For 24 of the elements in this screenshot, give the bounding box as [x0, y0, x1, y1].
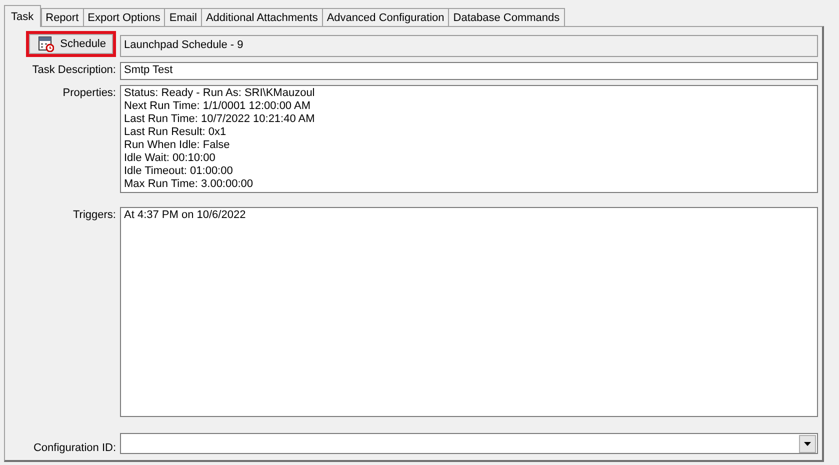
task-description-field[interactable]: Smtp Test: [120, 62, 818, 80]
property-line: Status: Ready - Run As: SRI\KMauzoul: [124, 87, 316, 100]
tab[interactable]: Report: [40, 8, 84, 26]
property-line: Max Run Time: 3.00:00:00: [124, 178, 254, 191]
property-line: Last Run Time: 10/7/2022 10:21:40 AM: [124, 113, 316, 126]
schedule-name-field: Launchpad Schedule - 9: [120, 35, 818, 57]
tab[interactable]: Task: [4, 5, 41, 27]
property-line: Run When Idle: False: [124, 139, 231, 152]
field-label: Properties:: [62, 86, 116, 101]
property-line: Next Run Time: 1/1/0001 12:00:00 AM: [124, 100, 312, 113]
schedule-button[interactable]: Schedule: [29, 34, 113, 54]
configuration-dropdown[interactable]: [120, 433, 818, 454]
field-label: Task Description:: [31, 63, 116, 78]
triggers-list[interactable]: At 4:37 PM on 10/6/2022: [120, 207, 818, 417]
field-label: Configuration ID:: [32, 441, 116, 454]
tab[interactable]: Export Options: [82, 8, 166, 26]
tab[interactable]: Database Commands: [448, 8, 565, 26]
property-line: Last Run Result: 0x1: [124, 126, 228, 139]
trigger-item[interactable]: At 4:37 PM on 10/6/2022: [124, 209, 814, 222]
property-line: Idle Wait: 00:10:00: [124, 152, 216, 165]
calendar-clock-icon: [38, 36, 54, 52]
field-label: Triggers:: [72, 208, 116, 223]
property-line: Idle Timeout: 01:00:00: [124, 165, 234, 178]
tab[interactable]: Advanced Configuration: [322, 8, 450, 26]
